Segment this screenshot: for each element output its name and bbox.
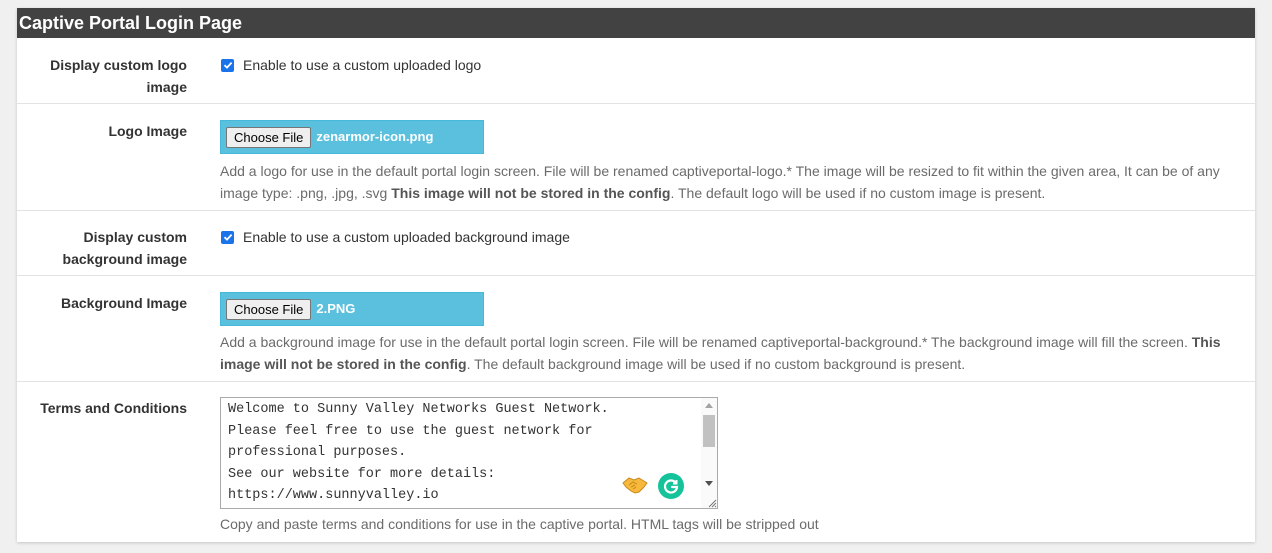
custom-background-checkbox[interactable]: [221, 230, 234, 244]
grammarly-icon[interactable]: [658, 473, 684, 499]
logo-image-label: Logo Image: [108, 123, 187, 139]
background-image-help: Add a background image for use in the de…: [220, 334, 1221, 372]
custom-background-checkbox-label[interactable]: Enable to use a custom uploaded backgrou…: [243, 226, 570, 248]
background-file-input[interactable]: Choose File 2.PNG: [220, 292, 484, 326]
custom-background-label: Display custom background image: [62, 229, 187, 267]
row-custom-background: Display custom background image Enable t…: [17, 211, 1255, 276]
terms-help: Copy and paste terms and conditions for …: [220, 516, 819, 532]
background-image-label: Background Image: [60, 295, 187, 311]
logo-choose-file-button[interactable]: Choose File: [226, 126, 312, 148]
custom-logo-checkbox[interactable]: [221, 58, 234, 72]
row-custom-logo: Display custom logo image Enable to use …: [17, 38, 1255, 104]
scroll-up-icon[interactable]: [705, 403, 713, 408]
logo-file-input[interactable]: Choose File zenarmor-icon.png: [220, 120, 484, 154]
logo-image-help: Add a logo for use in the default portal…: [220, 163, 1220, 201]
logo-file-name: zenarmor-icon.png: [316, 129, 434, 144]
terms-label: Terms and Conditions: [40, 400, 187, 416]
custom-logo-checkbox-label[interactable]: Enable to use a custom uploaded logo: [243, 54, 481, 76]
grammarly-g-icon: [663, 479, 679, 494]
custom-logo-label: Display custom logo image: [50, 57, 187, 95]
panel-title: Captive Portal Login Page: [17, 8, 1255, 38]
row-terms: Terms and Conditions Welcome to Sunny Va…: [17, 382, 1255, 542]
checkmark-icon: [223, 61, 232, 69]
scroll-down-icon[interactable]: [705, 481, 713, 486]
background-choose-file-button[interactable]: Choose File: [226, 298, 312, 320]
background-file-name: 2.PNG: [316, 301, 356, 316]
handshake-icon[interactable]: [622, 474, 648, 496]
row-background-image: Background Image Choose File 2.PNG Add a…: [17, 276, 1255, 382]
terms-scrollbar[interactable]: [701, 398, 717, 508]
scroll-thumb[interactable]: [703, 415, 715, 447]
resize-grip-icon[interactable]: [707, 498, 717, 508]
row-logo-image: Logo Image Choose File zenarmor-icon.png…: [17, 104, 1255, 211]
checkmark-icon: [223, 233, 232, 241]
captive-portal-panel: Captive Portal Login Page Display custom…: [17, 8, 1255, 542]
